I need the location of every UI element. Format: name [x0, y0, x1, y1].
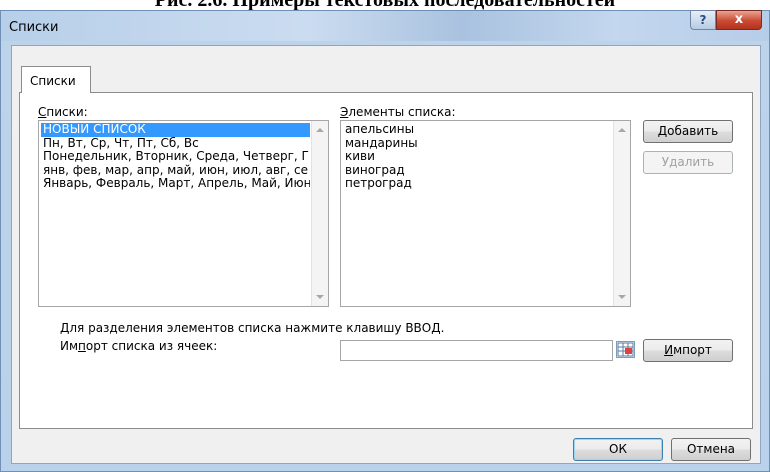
title-bar[interactable]: Списки ? x: [1, 10, 769, 41]
lists-listbox[interactable]: НОВЫЙ СПИСОК Пн, Вт, Ср, Чт, Пт, Сб, Вс …: [38, 120, 329, 307]
cancel-button[interactable]: Отмена: [671, 438, 751, 461]
scroll-up-icon[interactable]: [316, 128, 324, 132]
list-item[interactable]: Пн, Вт, Ср, Чт, Пт, Сб, Вс: [41, 137, 310, 151]
dialog-client-area: Списки Списки: НОВЫЙ СПИСОК Пн, Вт, Ср, …: [11, 45, 761, 464]
lists-dialog: Списки ? x Списки Списки: НОВЫЙ СПИСОК П…: [0, 10, 770, 472]
scroll-down-icon[interactable]: [618, 295, 626, 299]
list-item[interactable]: мандарины: [343, 137, 612, 151]
help-button[interactable]: ?: [690, 10, 716, 30]
dialog-title: Списки: [9, 20, 59, 35]
list-item[interactable]: Понедельник, Вторник, Среда, Четверг, Г: [41, 150, 310, 164]
scroll-down-icon[interactable]: [316, 295, 324, 299]
elements-textbox[interactable]: апельсины мандарины киви виноград петрог…: [340, 120, 631, 307]
elements-label: Элементы списка:: [340, 105, 456, 119]
delete-button[interactable]: Удалить: [643, 151, 733, 174]
list-item[interactable]: киви: [343, 150, 612, 164]
elements-scrollbar[interactable]: [613, 121, 630, 306]
lists-label: Списки:: [38, 105, 88, 119]
add-button[interactable]: Добавить: [643, 120, 733, 143]
import-range-label: Импорт списка из ячеек:: [60, 339, 218, 353]
import-button[interactable]: Импорт: [643, 339, 733, 362]
list-item[interactable]: апельсины: [343, 123, 612, 137]
tab-lists-label: Списки: [30, 74, 76, 88]
import-range-input[interactable]: [340, 340, 613, 361]
help-icon: ?: [699, 13, 707, 27]
list-item[interactable]: Январь, Февраль, Март, Апрель, Май, Июн: [41, 177, 310, 191]
scroll-up-icon[interactable]: [618, 128, 626, 132]
list-item[interactable]: петроград: [343, 177, 612, 191]
tab-lists[interactable]: Списки: [21, 66, 91, 93]
lists-scrollbar[interactable]: [311, 121, 328, 306]
hint-text: Для разделения элементов списка нажмите …: [60, 321, 445, 335]
list-item[interactable]: виноград: [343, 164, 612, 178]
list-item[interactable]: НОВЫЙ СПИСОК: [41, 123, 310, 137]
list-item[interactable]: янв, фев, мар, апр, май, июн, июл, авг, …: [41, 164, 310, 178]
range-picker-icon[interactable]: [616, 341, 635, 358]
close-icon: x: [734, 12, 744, 27]
tab-panel: Списки: НОВЫЙ СПИСОК Пн, Вт, Ср, Чт, Пт,…: [19, 92, 753, 429]
ok-button[interactable]: ОК: [573, 438, 663, 461]
close-button[interactable]: x: [716, 10, 762, 30]
